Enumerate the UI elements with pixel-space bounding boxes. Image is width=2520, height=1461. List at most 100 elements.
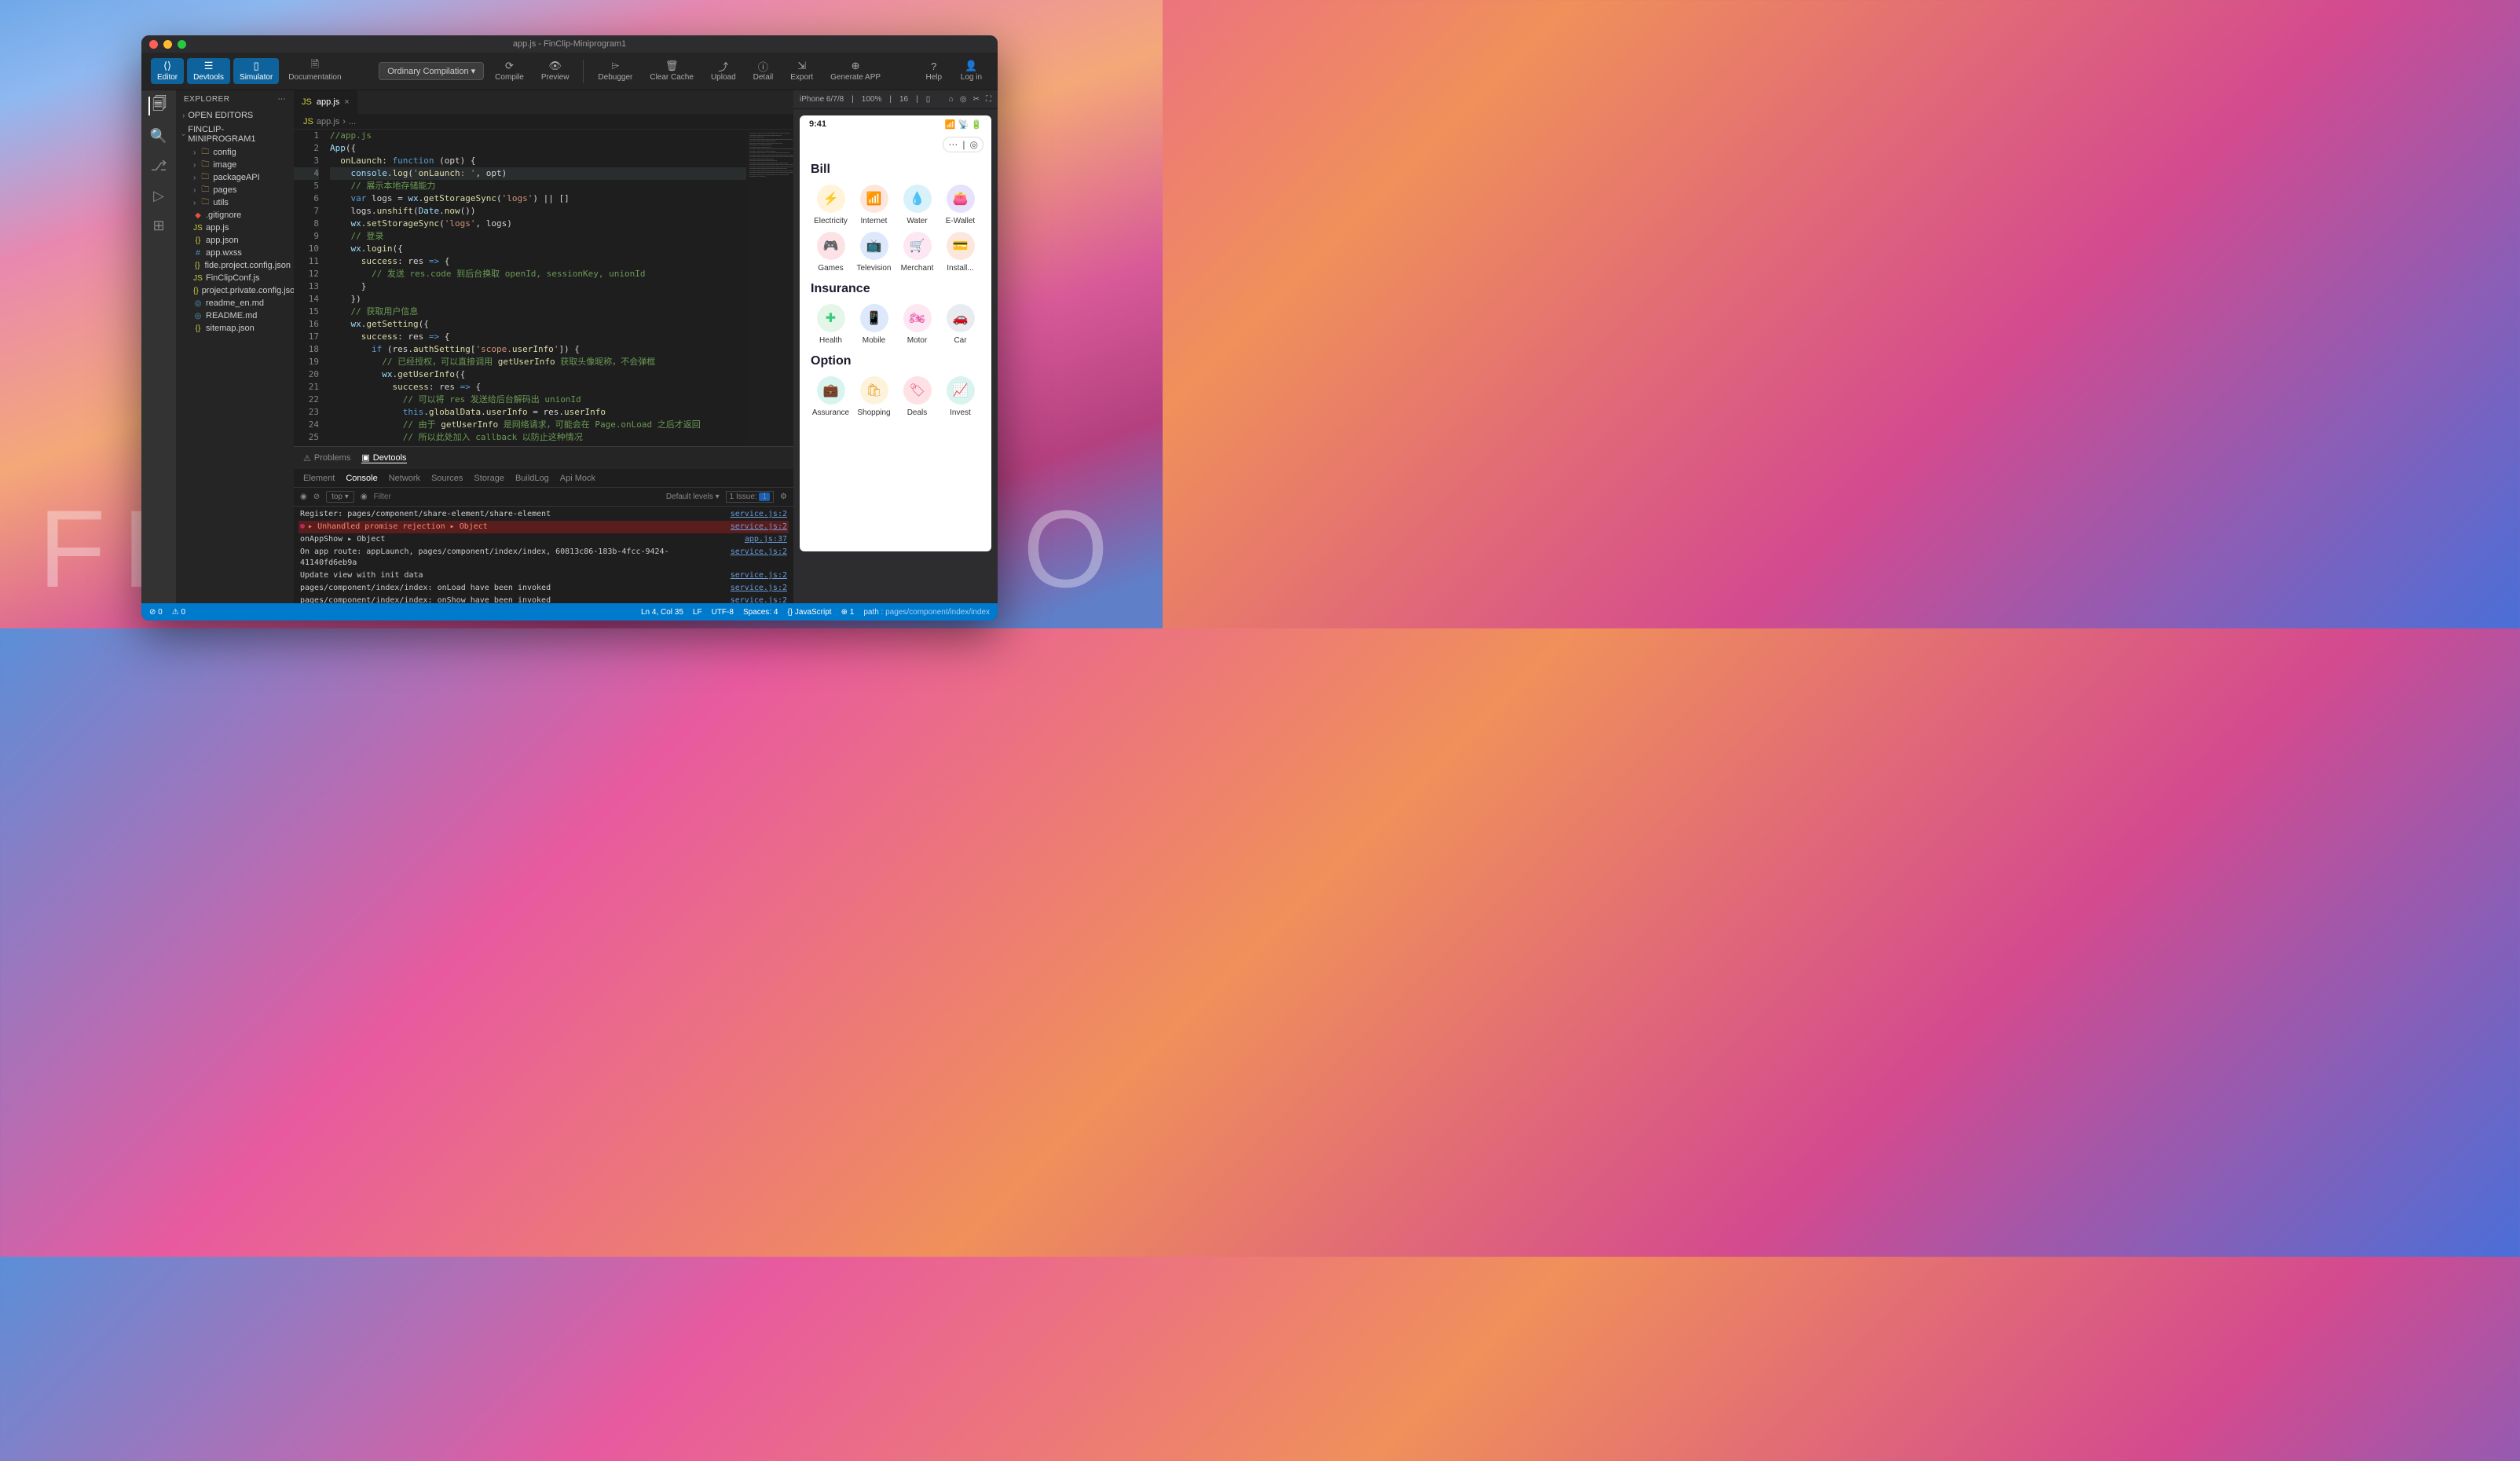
folder-icon: 🗀 (200, 160, 210, 170)
rotate-icon[interactable]: ▯ (926, 95, 931, 104)
app-item-shopping[interactable]: 🛍Shopping (854, 376, 894, 417)
expand-icon[interactable]: ⛶ (986, 95, 991, 104)
app-item-deals[interactable]: 🏷Deals (897, 376, 937, 417)
status-warnings[interactable]: ⚠ 0 (172, 608, 185, 617)
app-item-mobile[interactable]: 📱Mobile (854, 304, 894, 345)
clear-console-icon[interactable]: ⊘ (313, 492, 320, 501)
open-editors-section[interactable]: OPEN EDITORS (176, 108, 294, 123)
record-icon[interactable]: ◉ (300, 492, 307, 501)
zoom-select[interactable]: 100% (862, 95, 882, 104)
phone-preview[interactable]: 9:41 📶 📡 🔋 ⋯|◎ Bill⚡Electricity📶Internet… (800, 115, 991, 551)
app-item-install-[interactable]: 💳Install... (940, 232, 980, 273)
generate-app-button[interactable]: ⊕Generate APP (824, 58, 887, 84)
status-spaces[interactable]: Spaces: 4 (743, 608, 778, 617)
code-editor[interactable]: 1234567891011121314151617181920212223242… (294, 130, 793, 446)
devtab-api mock[interactable]: Api Mock (560, 474, 595, 483)
clear-cache-button[interactable]: 🗑Clear Cache (643, 58, 700, 84)
filter-input[interactable] (374, 492, 660, 501)
cut-icon[interactable]: ✂ (973, 95, 980, 104)
status-rt[interactable]: ⊕ 1 (841, 608, 855, 617)
compile-mode-select[interactable]: Ordinary Compilation ▾ (379, 62, 484, 80)
problems-tab[interactable]: ⚠Problems (303, 453, 350, 463)
file-README.md[interactable]: ◎README.md (179, 309, 294, 322)
settings-gear-icon[interactable]: ⚙ (780, 492, 787, 501)
detail-button[interactable]: ⓘDetail (747, 58, 780, 84)
minimap[interactable]: ▪▪▪▪▪▪▪▪ ▪▪▪▪▪ ▪▪▪▪▪▪▪▪▪▪▪▪▪▪▪▪▪▪▪▪▪▪▪▪▪… (746, 130, 793, 446)
file-app.wxss[interactable]: #app.wxss (179, 247, 294, 259)
context-select[interactable]: top ▾ (326, 491, 354, 503)
debug-icon[interactable]: ▷ (149, 186, 168, 205)
upload-button[interactable]: ⤴Upload (705, 58, 742, 84)
file-fide.project.config.json[interactable]: {}fide.project.config.json (179, 259, 294, 272)
more-icon[interactable]: ⋯ (278, 95, 287, 104)
app-item-television[interactable]: 📺Television (854, 232, 894, 273)
scm-icon[interactable]: ⎇ (149, 156, 168, 175)
location-icon[interactable]: ◎ (960, 95, 967, 104)
file-sitemap.json[interactable]: {}sitemap.json (179, 322, 294, 335)
devtab-sources[interactable]: Sources (431, 474, 463, 483)
preview-button[interactable]: 👁Preview (535, 58, 576, 84)
file-.gitignore[interactable]: ◆.gitignore (179, 209, 294, 222)
devtab-element[interactable]: Element (303, 474, 335, 483)
folder-pages[interactable]: 🗀pages (179, 184, 294, 196)
export-button[interactable]: ⇲Export (784, 58, 819, 84)
devtools-tab[interactable]: ▣Devtools (361, 452, 406, 463)
file-app.json[interactable]: {}app.json (179, 234, 294, 247)
device-select[interactable]: iPhone 6/7/8 (800, 95, 844, 104)
maximize-window-icon[interactable] (178, 40, 186, 49)
status-encoding[interactable]: UTF-8 (712, 608, 734, 617)
debugger-button[interactable]: ⌲Debugger (592, 58, 639, 84)
devtab-network[interactable]: Network (389, 474, 420, 483)
levels-select[interactable]: Default levels ▾ (666, 492, 720, 501)
app-item-motor[interactable]: 🏍Motor (897, 304, 937, 345)
status-eol[interactable]: LF (693, 608, 702, 617)
devtab-console[interactable]: Console (346, 474, 377, 483)
home-icon[interactable]: ⌂ (949, 95, 954, 104)
file-app.js[interactable]: JSapp.js (179, 222, 294, 234)
help-button[interactable]: ?Help (918, 58, 950, 84)
close-window-icon[interactable] (149, 40, 158, 49)
app-item-water[interactable]: 💧Water (897, 185, 937, 225)
status-lang[interactable]: {} JavaScript (787, 608, 831, 617)
status-ln-col[interactable]: Ln 4, Col 35 (641, 608, 683, 617)
devtools-button[interactable]: ☰Devtools (187, 58, 230, 84)
compile-button[interactable]: ⟳Compile (489, 58, 530, 84)
explorer-icon[interactable]: 🗐 (148, 97, 167, 115)
file-project.private.config.json[interactable]: {}project.private.config.json (179, 284, 294, 297)
devtab-buildlog[interactable]: BuildLog (515, 474, 549, 483)
app-item-car[interactable]: 🚗Car (940, 304, 980, 345)
tab-app-js[interactable]: JS app.js × (294, 90, 358, 114)
folder-packageAPI[interactable]: 🗀packageAPI (179, 171, 294, 184)
folder-utils[interactable]: 🗀utils (179, 196, 294, 209)
status-path[interactable]: path : pages/component/index/index (863, 608, 990, 617)
app-item-electricity[interactable]: ⚡Electricity (811, 185, 851, 225)
project-section[interactable]: FINCLIP-MINIPROGRAM1 (176, 123, 294, 146)
app-item-health[interactable]: ✚Health (811, 304, 851, 345)
editor-button[interactable]: ⟨⟩Editor (151, 58, 184, 84)
close-icon[interactable]: × (344, 97, 349, 107)
extensions-icon[interactable]: ⊞ (149, 216, 168, 235)
activity-bar: 🗐 🔍 ⎇ ▷ ⊞ (141, 90, 176, 603)
file-FinClipConf.js[interactable]: JSFinClipConf.js (179, 272, 294, 284)
minimize-window-icon[interactable] (163, 40, 172, 49)
folder-image[interactable]: 🗀image (179, 159, 294, 171)
issues-badge[interactable]: 1 Issue: 1 (726, 491, 774, 503)
devtab-storage[interactable]: Storage (474, 474, 504, 483)
simulator-button[interactable]: ▯Simulator (233, 58, 279, 84)
font-select[interactable]: 16 (899, 95, 908, 104)
capsule-button[interactable]: ⋯|◎ (943, 137, 983, 152)
folder-config[interactable]: 🗀config (179, 146, 294, 159)
status-errors[interactable]: ⊘ 0 (149, 608, 163, 617)
search-icon[interactable]: 🔍 (149, 126, 168, 145)
app-item-assurance[interactable]: 💼Assurance (811, 376, 851, 417)
app-item-invest[interactable]: 📈Invest (940, 376, 980, 417)
eye-icon[interactable]: ◉ (361, 492, 368, 501)
login-button[interactable]: 👤Log in (954, 58, 988, 84)
documentation-button[interactable]: 🗎Documentation (282, 58, 347, 84)
app-item-merchant[interactable]: 🛒Merchant (897, 232, 937, 273)
breadcrumb[interactable]: JS app.js › ... (294, 114, 793, 130)
file-readme_en.md[interactable]: ◎readme_en.md (179, 297, 294, 309)
app-item-games[interactable]: 🎮Games (811, 232, 851, 273)
app-item-e-wallet[interactable]: 👛E-Wallet (940, 185, 980, 225)
app-item-internet[interactable]: 📶Internet (854, 185, 894, 225)
